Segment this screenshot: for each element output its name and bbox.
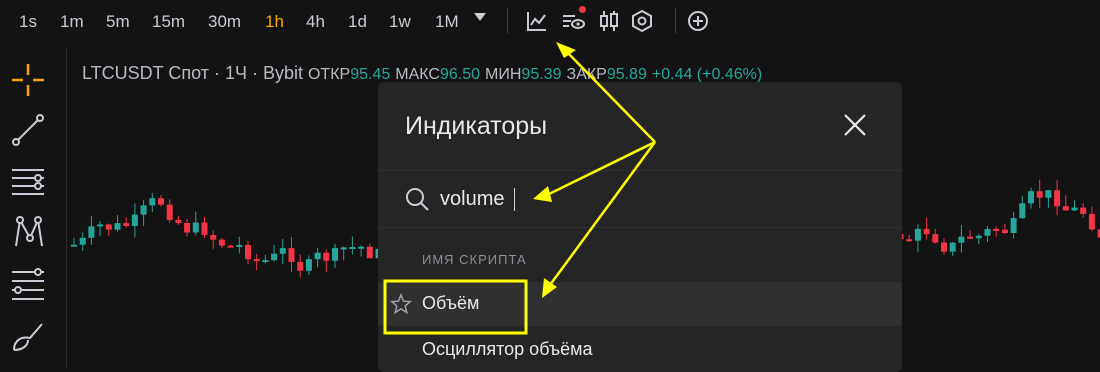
arrow-head	[556, 42, 576, 58]
annotation-overlay	[383, 42, 657, 335]
arrow-head	[533, 186, 552, 202]
highlight-box	[383, 279, 528, 335]
annotation-arrows	[544, 51, 657, 286]
arrow-head	[542, 278, 557, 298]
